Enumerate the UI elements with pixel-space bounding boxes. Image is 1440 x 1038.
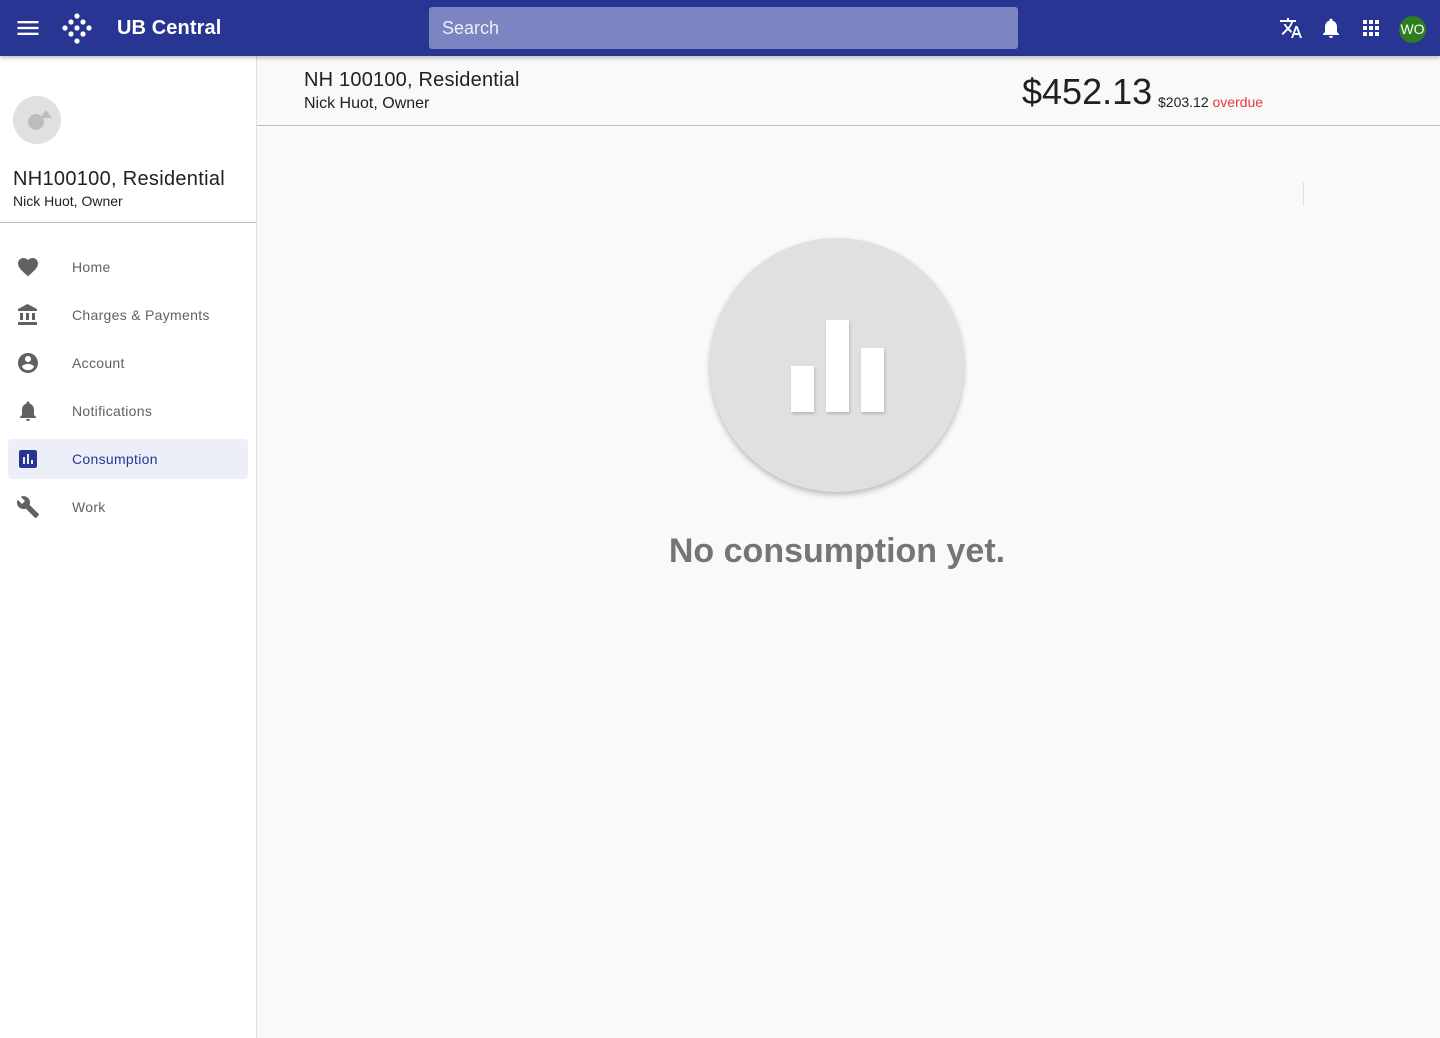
bar-chart-icon: [19, 450, 37, 468]
sidebar: NH100100, Residential Nick Huot, Owner H…: [0, 56, 257, 1038]
sidebar-item-label: Home: [72, 259, 111, 275]
account-circle-icon: [18, 353, 38, 373]
divider: [1303, 182, 1304, 206]
overdue-info: $203.12 overdue: [1158, 94, 1263, 110]
sidebar-nav: Home Charges & Payments Account Notifica…: [8, 247, 248, 535]
account-name: NH100100, Residential: [13, 168, 225, 190]
menu-icon[interactable]: [14, 14, 42, 42]
sidebar-item-notifications[interactable]: Notifications: [8, 391, 248, 431]
illustration-bar: [826, 320, 849, 412]
overdue-amount: $203.12: [1158, 94, 1209, 110]
pie-chart-icon: [28, 110, 52, 130]
wrench-icon: [16, 496, 39, 518]
bank-icon: [18, 304, 37, 325]
heart-icon: [18, 258, 38, 277]
divider: [0, 222, 256, 223]
sidebar-item-consumption[interactable]: Consumption: [8, 439, 248, 479]
sidebar-item-home[interactable]: Home: [8, 247, 248, 287]
sidebar-item-charges-payments[interactable]: Charges & Payments: [8, 295, 248, 335]
top-app-bar: UB Central WO: [0, 0, 1440, 56]
search-input[interactable]: [429, 7, 1018, 49]
account-owner: Nick Huot, Owner: [13, 193, 123, 209]
sidebar-item-label: Consumption: [72, 451, 158, 467]
empty-state-message: No consumption yet.: [668, 532, 1006, 570]
translate-icon[interactable]: [1279, 16, 1303, 40]
overdue-label: overdue: [1212, 94, 1264, 110]
sidebar-item-label: Account: [72, 355, 125, 371]
sidebar-item-label: Notifications: [72, 403, 153, 419]
page-subtitle: Nick Huot, Owner: [304, 95, 430, 112]
apps-grid-icon[interactable]: [1359, 16, 1383, 40]
sidebar-item-work[interactable]: Work: [8, 487, 248, 527]
page-title: NH 100100, Residential: [304, 69, 520, 91]
app-title[interactable]: UB Central: [117, 17, 221, 40]
illustration-bar: [861, 348, 884, 412]
bell-icon: [20, 401, 36, 421]
balance-amount: $452.13: [1022, 71, 1153, 112]
sidebar-item-label: Charges & Payments: [72, 307, 210, 323]
account-header: NH 100100, Residential Nick Huot, Owner …: [257, 56, 1440, 126]
logo-icon[interactable]: [60, 12, 94, 46]
account-avatar: [13, 96, 61, 144]
sidebar-item-label: Work: [72, 499, 106, 515]
bell-icon[interactable]: [1319, 16, 1343, 40]
empty-state-illustration: [710, 238, 964, 492]
illustration-bar: [791, 366, 814, 412]
sidebar-item-account[interactable]: Account: [8, 343, 248, 383]
user-avatar[interactable]: WO: [1399, 16, 1426, 43]
